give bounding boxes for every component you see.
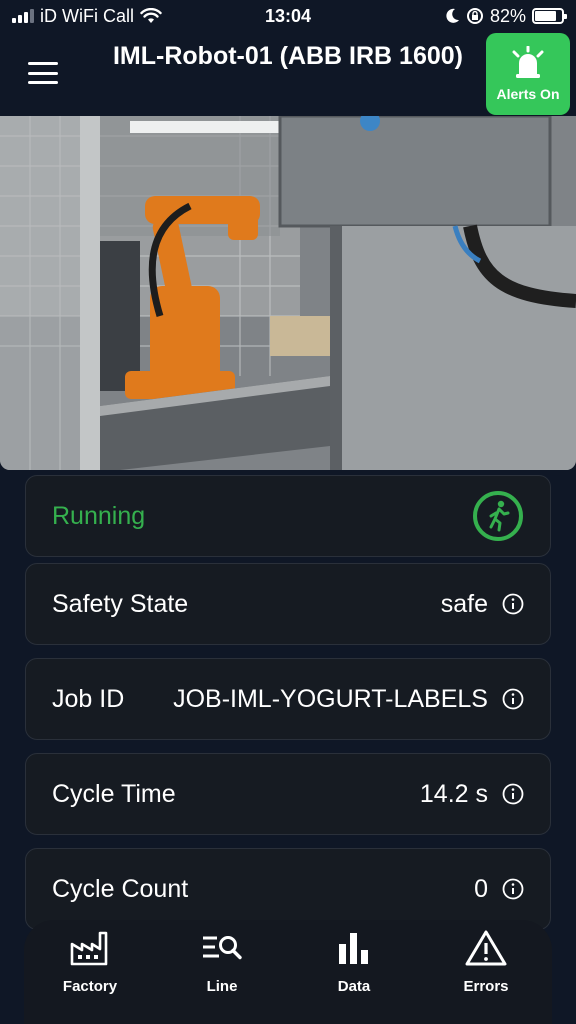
- alerts-toggle-button[interactable]: Alerts On: [486, 33, 570, 115]
- safety-state-label: Safety State: [52, 589, 189, 618]
- hamburger-menu-icon[interactable]: [28, 62, 58, 84]
- robot-camera-image: [0, 116, 576, 470]
- battery-icon: [532, 8, 567, 24]
- running-person-icon: [473, 491, 523, 541]
- nav-factory[interactable]: Factory: [35, 930, 145, 1024]
- nav-data-label: Data: [337, 978, 371, 995]
- cycle-count-value: 0: [474, 874, 488, 903]
- cycle-count-card[interactable]: Cycle Count 0: [25, 848, 551, 930]
- safety-state-value: safe: [440, 589, 488, 618]
- rotation-lock-icon: [466, 8, 483, 24]
- status-left: iD WiFi Call: [12, 6, 162, 27]
- carrier-label: iD WiFi Call: [40, 5, 134, 26]
- robot-status-label: Running: [52, 501, 146, 530]
- info-icon[interactable]: [502, 593, 524, 615]
- job-id-value: JOB-IML-YOGURT-LABELS: [173, 684, 488, 713]
- nav-factory-label: Factory: [62, 978, 118, 995]
- battery-level: [535, 11, 557, 21]
- app-header: IML-Robot-01 (ABB IRB 1600) Alerts On: [0, 32, 576, 116]
- nav-errors[interactable]: Errors: [431, 930, 541, 1024]
- cycle-time-label: Cycle Time: [52, 779, 176, 808]
- job-id-card[interactable]: Job ID JOB-IML-YOGURT-LABELS: [25, 658, 551, 740]
- nav-line-label: Line: [206, 978, 238, 995]
- nav-errors-label: Errors: [463, 978, 509, 995]
- cycle-time-value: 14.2 s: [419, 779, 488, 808]
- moon-icon: [446, 8, 459, 23]
- line-search-icon: [203, 936, 242, 960]
- bottom-navigation: Factory Line Data Errors: [24, 920, 552, 1024]
- robot-status-card: Running: [25, 475, 551, 557]
- info-icon[interactable]: [502, 688, 524, 710]
- bar-chart-icon: [339, 933, 368, 964]
- info-icon[interactable]: [502, 783, 524, 805]
- page-title: IML-Robot-01 (ABB IRB 1600): [112, 42, 463, 70]
- alarm-bell-icon: [512, 46, 544, 78]
- wifi-icon: [140, 8, 162, 23]
- warning-triangle-icon: [465, 930, 507, 966]
- battery-percent: 82%: [489, 5, 526, 26]
- safety-state-card[interactable]: Safety State safe: [25, 563, 551, 645]
- job-id-label: Job ID: [52, 684, 125, 713]
- status-bar: iD WiFi Call 13:04 82%: [0, 0, 576, 32]
- signal-icon: [12, 9, 34, 23]
- factory-icon: [70, 931, 108, 966]
- alerts-label: Alerts On: [496, 86, 560, 102]
- cycle-count-label: Cycle Count: [52, 874, 189, 903]
- info-icon[interactable]: [502, 878, 524, 900]
- nav-line[interactable]: Line: [167, 930, 277, 1024]
- cycle-time-card[interactable]: Cycle Time 14.2 s: [25, 753, 551, 835]
- nav-data[interactable]: Data: [299, 930, 409, 1024]
- status-right: 82%: [446, 5, 567, 27]
